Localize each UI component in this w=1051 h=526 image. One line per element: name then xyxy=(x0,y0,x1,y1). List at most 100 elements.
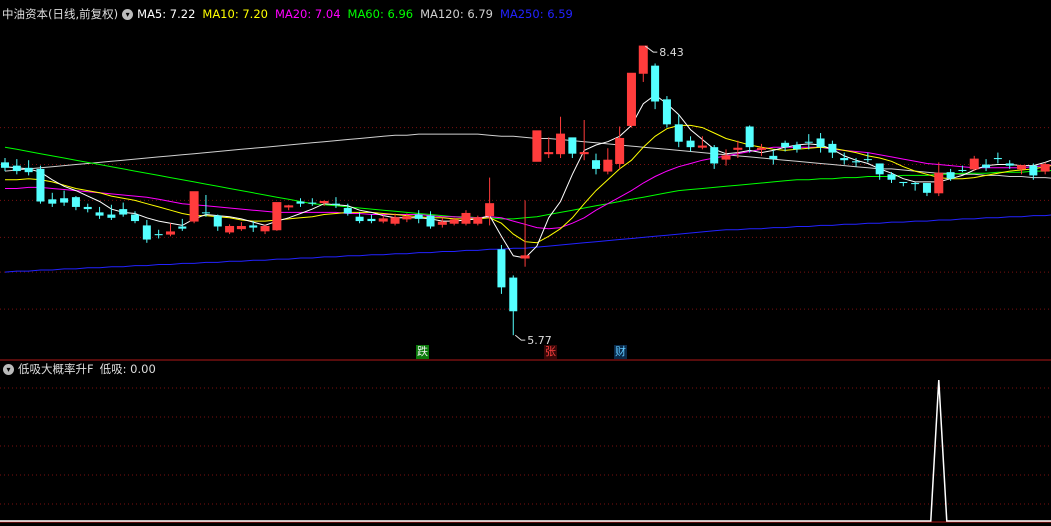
candle-body-down xyxy=(674,124,683,142)
candle-body-down xyxy=(946,172,955,179)
main-chart-header: 中油资本(日线,前复权) ▾ MA5: 7.22 MA10: 7.20 MA20… xyxy=(0,5,580,23)
chevron-down-icon[interactable]: ▾ xyxy=(122,8,134,20)
candle-body-down xyxy=(899,181,908,184)
candle-body-down xyxy=(816,138,825,148)
candle-body-down xyxy=(828,143,837,153)
candle-body-down xyxy=(48,199,57,204)
candle-body-down xyxy=(804,141,813,143)
tag-zhang[interactable]: 张 xyxy=(544,345,557,359)
ma120-label: MA120: 6.79 xyxy=(420,7,493,21)
candle-body-up xyxy=(638,45,648,74)
candle-body-up xyxy=(473,217,483,224)
candle-body-down xyxy=(343,208,352,214)
candle-body-down xyxy=(745,126,754,148)
candle-body-up xyxy=(485,203,495,217)
candle-body-down xyxy=(107,214,116,218)
tag-cai[interactable]: 财 xyxy=(614,345,627,359)
candle-body-down xyxy=(686,140,695,148)
candle-body-down xyxy=(71,197,80,207)
candle-body-up xyxy=(532,130,542,162)
candle-body-down xyxy=(887,174,896,180)
ma250-line xyxy=(4,214,1051,273)
candle-body-down xyxy=(355,216,364,222)
candle-body-down xyxy=(863,159,872,161)
candle-body-down xyxy=(958,169,967,171)
candle-body-down xyxy=(497,249,506,288)
candle-body-down xyxy=(592,160,600,169)
low-pointer xyxy=(514,334,526,341)
candle-body-up xyxy=(520,255,530,259)
ma20-line xyxy=(5,146,1051,230)
candle-body-up xyxy=(697,145,707,148)
candle-body-down xyxy=(568,137,577,154)
candle-body-up xyxy=(165,231,175,235)
candle-body-up xyxy=(390,217,400,224)
candle-body-down xyxy=(509,277,518,312)
candle-body-down xyxy=(308,202,317,204)
candle-body-up xyxy=(615,137,625,164)
candle-body-down xyxy=(296,201,305,204)
candle-body-up xyxy=(378,218,388,222)
chevron-down-icon[interactable]: ▾ xyxy=(3,363,14,375)
candle-body-up xyxy=(556,133,566,155)
candle-body-down xyxy=(993,158,1002,160)
candle-body-up xyxy=(272,202,282,231)
candle-body-up xyxy=(260,225,270,232)
candle-body-up xyxy=(544,152,554,155)
candle-body-down xyxy=(154,234,163,236)
candle-body-down xyxy=(24,167,33,173)
candle-body-down xyxy=(781,142,790,148)
candle-body-down xyxy=(36,168,45,202)
candle-body-down xyxy=(331,203,340,205)
candle-body-up xyxy=(934,172,944,194)
candle-body-up xyxy=(461,212,471,224)
candle-body-down xyxy=(982,164,991,168)
candle-body-down xyxy=(875,163,884,175)
tag-die[interactable]: 跌 xyxy=(416,345,429,359)
candle-body-down xyxy=(178,226,187,229)
candle-body-down xyxy=(852,161,861,163)
candle-body-down xyxy=(1029,165,1038,176)
candle-body-down xyxy=(12,165,21,172)
candle-body-up xyxy=(437,221,447,225)
candle-body-up xyxy=(969,158,979,170)
ma20-label: MA20: 7.04 xyxy=(274,7,341,21)
candle-body-down xyxy=(651,65,660,102)
candle-body-down xyxy=(1,162,9,168)
candle-body-down xyxy=(922,183,931,193)
candle-body-down xyxy=(131,214,140,222)
ma60-label: MA60: 6.96 xyxy=(347,7,414,21)
candle-body-down xyxy=(119,209,128,215)
candle-body-up xyxy=(603,159,613,172)
ma250-label: MA250: 6.59 xyxy=(499,7,573,21)
candle-body-down xyxy=(792,144,801,150)
candle-body-up xyxy=(189,191,199,222)
candle-body-up xyxy=(579,152,589,155)
ma10-label: MA10: 7.20 xyxy=(202,7,268,21)
candle-body-down xyxy=(60,198,69,203)
candle-body-down xyxy=(426,215,435,227)
candle-body-up xyxy=(402,216,412,220)
candle-body-down xyxy=(414,214,423,219)
candle-body-up xyxy=(319,200,329,204)
candle-body-up xyxy=(721,155,731,160)
stock-title[interactable]: 中油资本(日线,前复权) xyxy=(2,5,118,23)
candle-body-down xyxy=(367,218,376,222)
candle-body-down xyxy=(249,225,258,228)
indicator-value: 低吸: 0.00 xyxy=(99,362,156,376)
ma5-label: MA5: 7.22 xyxy=(137,7,196,21)
candle-body-up xyxy=(626,72,636,126)
indicator-signal-line xyxy=(0,379,1051,522)
candle-body-down xyxy=(83,206,92,210)
candle-body-up xyxy=(236,225,246,230)
candle-body-down xyxy=(769,155,778,160)
candle-body-down xyxy=(911,183,920,185)
candle-body-up xyxy=(1040,164,1050,172)
indicator-header: ▾ 低吸大概率升F 低吸: 0.00 xyxy=(0,360,156,378)
candle-body-down xyxy=(213,215,222,227)
candle-body-down xyxy=(201,212,210,214)
indicator-name[interactable]: 低吸大概率升F xyxy=(18,360,94,378)
kline-chart[interactable]: 8.435.77 xyxy=(0,0,1051,526)
candle-body-down xyxy=(142,225,151,240)
candle-body-down xyxy=(710,147,719,164)
